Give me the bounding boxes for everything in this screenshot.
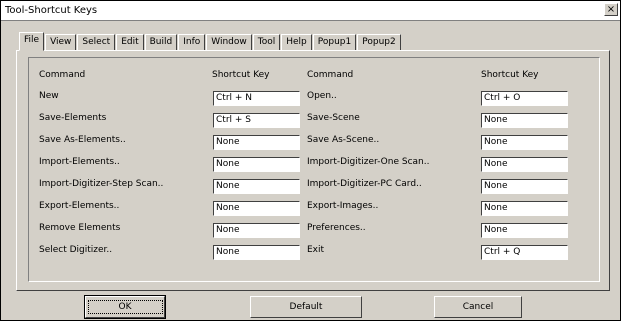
shortcut-field-save-as-elements[interactable]: None [213, 135, 300, 150]
cmd-new-label: New [39, 91, 59, 101]
cmd-open-label: Open.. [307, 91, 337, 101]
cmd-import-digitizer-step-scan-label: Import-Digitizer-Step Scan.. [39, 179, 164, 189]
shortcut-field-new[interactable]: Ctrl + N [213, 91, 300, 106]
shortcut-group: Command Shortcut Key Command Shortcut Ke… [28, 57, 600, 282]
default-button[interactable]: Default [250, 296, 362, 318]
cmd-save-as-scene-label: Save As-Scene.. [307, 135, 380, 145]
tab-view[interactable]: View [45, 34, 77, 51]
shortcut-field-import-digitizer-one-scan[interactable]: None [481, 157, 568, 172]
ok-button[interactable]: OK [84, 295, 166, 319]
cmd-import-digitizer-pc-card-label: Import-Digitizer-PC Card.. [307, 179, 422, 189]
tab-strip: File View Select Edit Build Info Window … [19, 32, 402, 51]
cmd-select-digitizer-label: Select Digitizer.. [39, 245, 113, 255]
shortcut-field-export-images[interactable]: None [481, 201, 568, 216]
left-command-header: Command [39, 70, 86, 80]
shortcut-field-save-scene[interactable]: None [481, 113, 568, 128]
shortcut-field-import-digitizer-pc-card[interactable]: None [481, 179, 568, 194]
shortcut-field-preferences[interactable]: None [481, 223, 568, 238]
file-tab-panel: Command Shortcut Key Command Shortcut Ke… [16, 50, 610, 291]
shortcut-field-exit[interactable]: Ctrl + Q [481, 245, 568, 260]
cmd-export-elements-label: Export-Elements.. [39, 201, 120, 211]
cmd-preferences-label: Preferences.. [307, 223, 366, 233]
cmd-import-digitizer-one-scan-label: Import-Digitizer-One Scan.. [307, 157, 430, 167]
cmd-export-images-label: Export-Images.. [307, 201, 379, 211]
shortcut-field-open[interactable]: Ctrl + O [481, 91, 568, 106]
shortcut-field-import-elements[interactable]: None [213, 157, 300, 172]
shortcut-field-export-elements[interactable]: None [213, 201, 300, 216]
close-icon[interactable]: × [604, 3, 618, 16]
right-command-header: Command [307, 70, 354, 80]
window-title: Tool-Shortcut Keys [5, 5, 98, 16]
shortcut-field-save-elements[interactable]: Ctrl + S [213, 113, 300, 128]
cmd-exit-label: Exit [307, 245, 325, 255]
ok-button-label: OK [87, 300, 163, 314]
tab-window[interactable]: Window [206, 34, 252, 51]
left-shortcut-header: Shortcut Key [212, 70, 270, 80]
tab-info[interactable]: Info [178, 34, 206, 51]
right-shortcut-header: Shortcut Key [481, 70, 539, 80]
cmd-import-elements-label: Import-Elements.. [39, 157, 120, 167]
shortcut-keys-dialog: Tool-Shortcut Keys × File View Select Ed… [0, 0, 621, 321]
cmd-save-scene-label: Save-Scene [307, 113, 360, 123]
tab-edit[interactable]: Edit [116, 34, 144, 51]
tab-popup1[interactable]: Popup1 [312, 34, 357, 51]
cancel-button[interactable]: Cancel [434, 296, 522, 318]
shortcut-field-save-as-scene[interactable]: None [481, 135, 568, 150]
cmd-save-as-elements-label: Save As-Elements.. [39, 135, 126, 145]
tab-select[interactable]: Select [77, 34, 116, 51]
tab-tool[interactable]: Tool [252, 34, 281, 51]
shortcut-field-remove-elements[interactable]: None [213, 223, 300, 238]
cmd-remove-elements-label: Remove Elements [39, 223, 121, 233]
title-bar[interactable]: Tool-Shortcut Keys × [1, 1, 620, 21]
tab-file[interactable]: File [19, 32, 45, 51]
tab-help[interactable]: Help [281, 34, 312, 51]
tab-build[interactable]: Build [144, 34, 178, 51]
shortcut-field-import-digitizer-step-scan[interactable]: None [213, 179, 300, 194]
shortcut-field-select-digitizer[interactable]: None [213, 245, 300, 260]
cmd-save-elements-label: Save-Elements [39, 113, 107, 123]
tab-popup2[interactable]: Popup2 [357, 34, 401, 51]
